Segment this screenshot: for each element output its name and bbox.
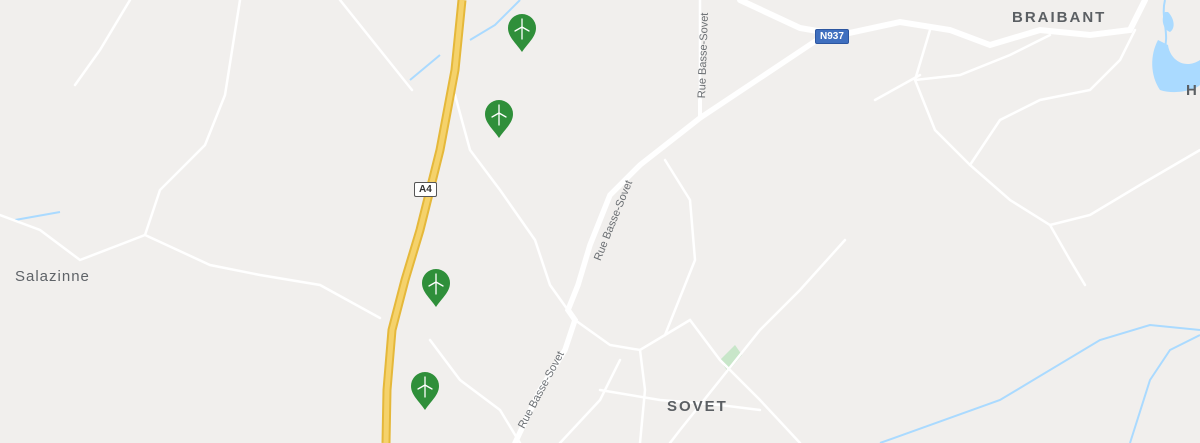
map-canvas[interactable]: BRAIBANT SOVET Salazinne H Rue Basse-Sov… <box>0 0 1200 443</box>
road-shield-a4: A4 <box>414 182 437 197</box>
edge-label-fragment: H <box>1186 82 1199 99</box>
map-base-layer <box>0 0 1200 443</box>
road-shield-n937: N937 <box>815 29 849 44</box>
town-label-braibant: BRAIBANT <box>1012 9 1107 26</box>
wind-turbine-marker[interactable] <box>483 99 515 139</box>
wind-turbine-icon <box>508 14 536 52</box>
wind-turbine-icon <box>422 269 450 307</box>
wind-turbine-marker[interactable] <box>506 13 538 53</box>
wind-turbine-marker[interactable] <box>420 268 452 308</box>
town-label-sovet: SOVET <box>667 398 728 415</box>
wind-turbine-icon <box>411 372 439 410</box>
place-label-salazinne: Salazinne <box>15 268 90 285</box>
wind-turbine-marker[interactable] <box>409 371 441 411</box>
wind-turbine-icon <box>485 100 513 138</box>
pond <box>1162 12 1174 32</box>
